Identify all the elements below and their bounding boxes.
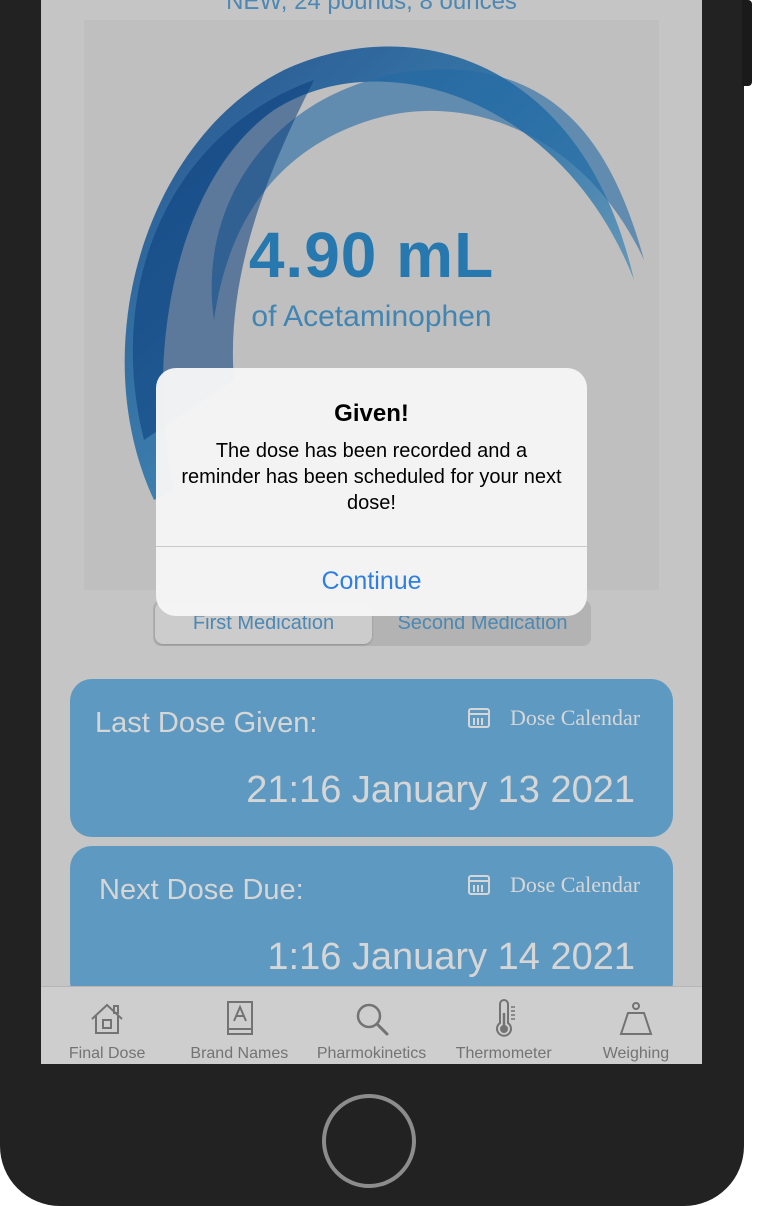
dose-given-alert: Given! The dose has been recorded and a …: [156, 368, 587, 616]
alert-message: The dose has been recorded and a reminde…: [181, 440, 562, 514]
home-button[interactable]: [322, 1094, 416, 1188]
continue-button[interactable]: Continue: [156, 547, 587, 616]
alert-title: Given!: [334, 400, 409, 427]
app-screen: NEW, 24 pounds, 8 ounces 4.90 mL of Acet…: [41, 0, 702, 1064]
side-button: [742, 0, 752, 86]
